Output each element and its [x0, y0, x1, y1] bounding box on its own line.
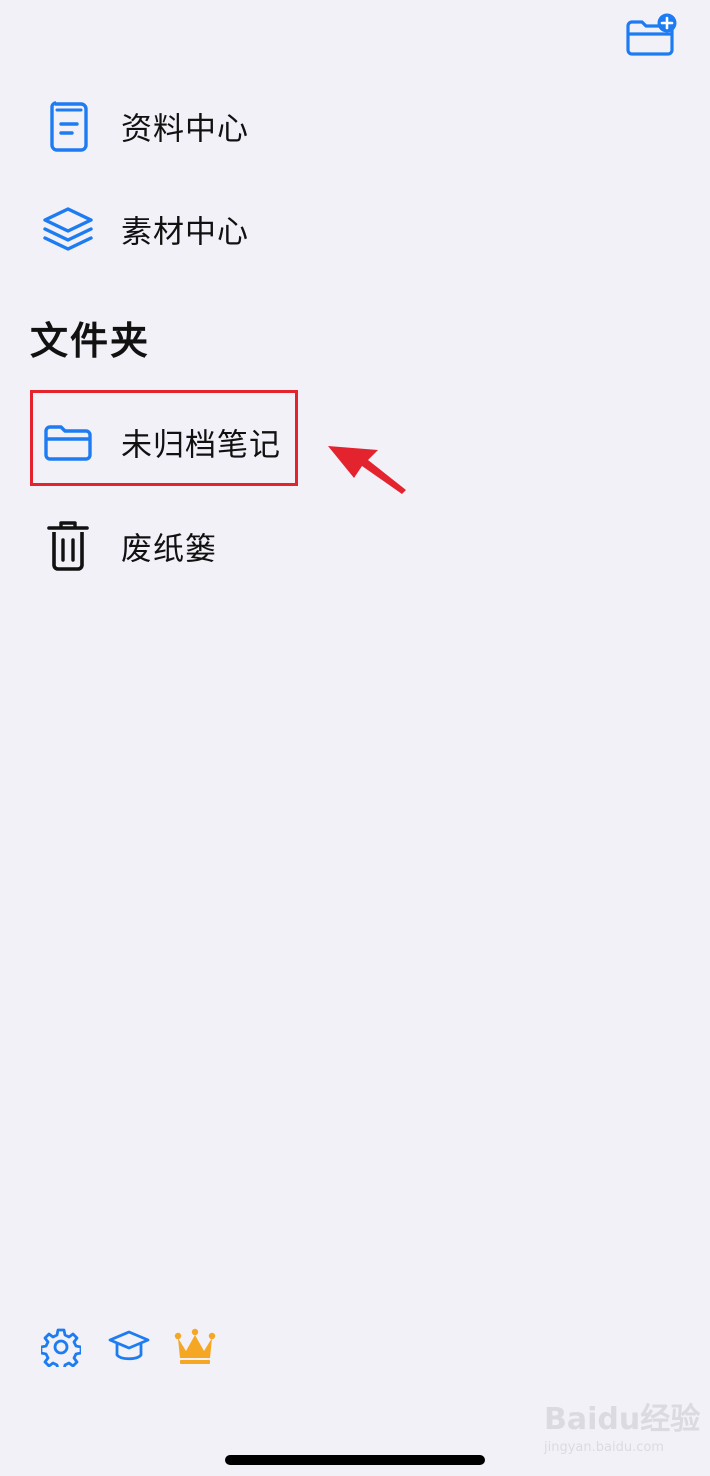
watermark-brand: Baidu经验 — [544, 1402, 701, 1437]
trash-icon — [36, 506, 100, 586]
sidebar-item-materials-center[interactable]: 资料中心 — [36, 86, 416, 166]
graduation-cap-icon — [108, 1330, 150, 1361]
premium-button[interactable] — [172, 1324, 218, 1370]
gear-icon — [41, 1328, 81, 1367]
crown-icon — [174, 1328, 216, 1364]
layers-icon — [36, 189, 100, 269]
tutorial-button[interactable] — [106, 1324, 152, 1370]
highlight-annotation-box — [30, 390, 298, 486]
settings-button[interactable] — [38, 1324, 84, 1370]
sidebar-item-assets-center[interactable]: 素材中心 — [36, 189, 416, 269]
document-book-icon — [36, 86, 100, 166]
sidebar-item-label: 资料中心 — [121, 111, 249, 148]
folders-section-title: 文件夹 — [30, 319, 151, 363]
new-folder-button[interactable] — [622, 12, 678, 58]
watermark: Baidu经验 jingyan.baidu.com — [544, 1394, 700, 1466]
watermark-url: jingyan.baidu.com — [544, 1440, 664, 1455]
red-arrow-annotation — [322, 436, 412, 498]
sidebar-item-label: 素材中心 — [121, 214, 249, 251]
home-indicator — [225, 1455, 485, 1465]
folder-item-label: 废纸篓 — [121, 531, 217, 568]
folder-plus-icon — [626, 13, 677, 56]
folder-item-trash[interactable]: 废纸篓 — [36, 506, 416, 586]
